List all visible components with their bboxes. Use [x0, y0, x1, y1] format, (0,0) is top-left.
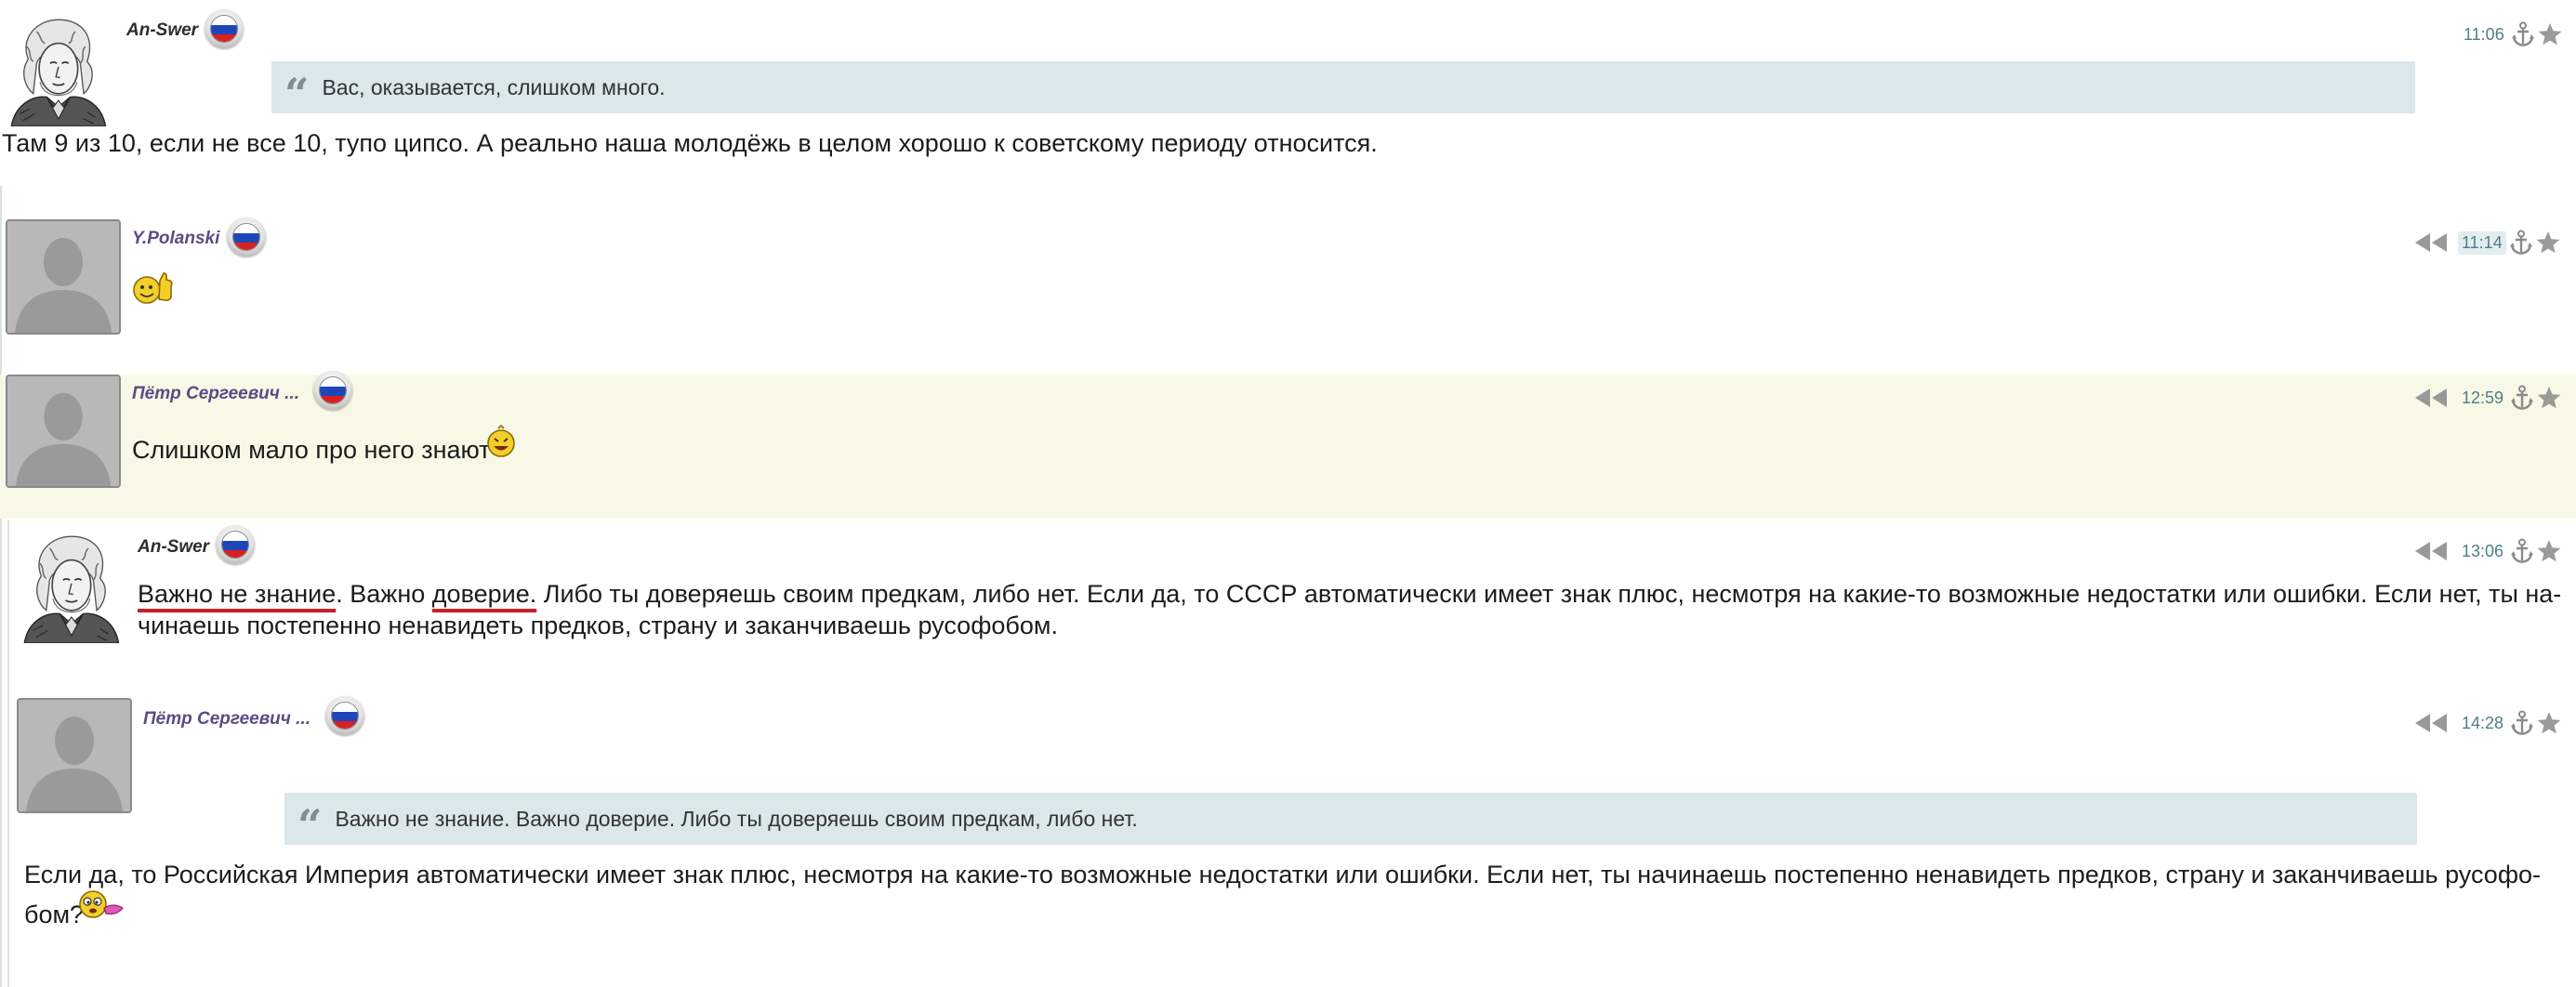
reply-arrows-icon[interactable]	[2413, 387, 2449, 409]
comment-time[interactable]: 13:06	[2458, 540, 2507, 563]
comment-text-line-2: бом?	[24, 899, 2571, 930]
lomonosov-portrait[interactable]	[13, 530, 128, 643]
laughing-smiley	[487, 425, 515, 457]
quote-text: Вас, оказывается, слишком много.	[322, 74, 666, 99]
comment-text-line-2: чинаешь постепенно ненавидеть предков, с…	[138, 612, 1058, 639]
author-name[interactable]: An-Swer	[126, 20, 198, 41]
comment-meta: 12:59	[2413, 384, 2561, 412]
comment-3: Пётр Сергеевич ... 12:59 Слишком мало пр…	[0, 371, 2576, 519]
author-name[interactable]: An-Swer	[138, 537, 209, 558]
thumbs-up-smiley	[133, 272, 173, 304]
comment-meta: 13:06	[2413, 537, 2561, 565]
comment-text: Если да, то Российская Империя автоматич…	[24, 859, 2571, 930]
author-name[interactable]: Пётр Сергеевич ...	[132, 384, 299, 404]
underlined-phrase: доверие.	[431, 580, 537, 608]
comment-time[interactable]: 11:14	[2458, 230, 2506, 255]
anchor-icon[interactable]	[2511, 538, 2533, 564]
comment-1: An-Swer 11:06 “ Вас, оказывается, слишко…	[0, 0, 2576, 172]
quote-block: “ Важно не знание. Важно доверие. Либо т…	[284, 793, 2417, 850]
comment-text: Важно не знание. Важно доверие. Либо ты …	[138, 578, 2564, 641]
anchor-icon[interactable]	[2511, 385, 2533, 411]
comment-time[interactable]: 12:59	[2458, 387, 2507, 410]
author-name[interactable]: Y.Polanski	[132, 229, 219, 249]
russia-flag-icon	[216, 525, 255, 564]
author-name[interactable]: Пётр Сергеевич ...	[143, 709, 310, 730]
comment-time[interactable]: 14:28	[2458, 712, 2507, 735]
star-icon[interactable]	[2537, 711, 2561, 735]
default-avatar-silhouette[interactable]	[17, 698, 132, 813]
confused-smiley	[79, 890, 124, 918]
lomonosov-portrait[interactable]	[0, 13, 115, 126]
text-fragment: Либо ты доверяешь своим предкам, либо не…	[536, 580, 2562, 608]
comment-time[interactable]: 11:06	[2460, 23, 2508, 46]
quote-block: “ Вас, оказывается, слишком много.	[271, 61, 2415, 119]
star-icon[interactable]	[2538, 22, 2562, 46]
comment-meta: 14:28	[2413, 709, 2561, 737]
reply-arrows-icon[interactable]	[2413, 540, 2449, 562]
comment-meta: 11:06	[2460, 20, 2562, 48]
comment-text-line-1: Важно не знание. Важно доверие. Либо ты …	[138, 578, 2564, 610]
star-icon[interactable]	[2537, 539, 2561, 563]
default-avatar-silhouette[interactable]	[6, 219, 121, 335]
text-fragment: . Важно	[336, 580, 432, 608]
russia-flag-icon	[325, 696, 364, 735]
quote-mark-icon: “	[297, 800, 323, 850]
anchor-icon[interactable]	[2511, 710, 2533, 736]
reply-arrows-icon[interactable]	[2413, 712, 2449, 734]
anchor-icon[interactable]	[2512, 21, 2534, 47]
russia-flag-icon	[205, 9, 244, 48]
star-icon[interactable]	[2536, 230, 2560, 255]
underlined-phrase: Важно не знание	[138, 580, 337, 608]
star-icon[interactable]	[2537, 386, 2561, 410]
quote-mark-icon: “	[284, 69, 310, 119]
comment-2: Y.Polanski 11:14	[0, 204, 2576, 344]
comment-text-content: Слишком мало про него знают	[132, 436, 491, 464]
quote-text: Важно не знание. Важно доверие. Либо ты …	[335, 806, 1138, 831]
comment-text: Там 9 из 10, если не все 10, тупо ципсо.…	[2, 127, 2558, 159]
comment-text-content: Там 9 из 10, если не все 10, тупо ципсо.…	[2, 129, 1378, 157]
anchor-icon[interactable]	[2510, 230, 2532, 256]
comment-text-line-1: Если да, то Российская Империя автоматич…	[24, 861, 2542, 888]
russia-flag-icon	[313, 371, 352, 410]
reply-arrows-icon[interactable]	[2413, 231, 2449, 254]
comment-4: An-Swer 13:06 Важно не знание. Важно дов…	[0, 520, 2576, 660]
comment-meta: 11:14	[2413, 229, 2560, 257]
default-avatar-silhouette[interactable]	[6, 375, 121, 488]
comment-thread: An-Swer 11:06 “ Вас, оказывается, слишко…	[0, 0, 2576, 987]
comment-text: Слишком мало про него знают	[132, 434, 491, 466]
text-fragment: бом?	[24, 901, 85, 928]
russia-flag-icon	[227, 217, 266, 257]
comment-5: Пётр Сергеевич ... 14:28 “ Важно не знан…	[0, 692, 2576, 987]
